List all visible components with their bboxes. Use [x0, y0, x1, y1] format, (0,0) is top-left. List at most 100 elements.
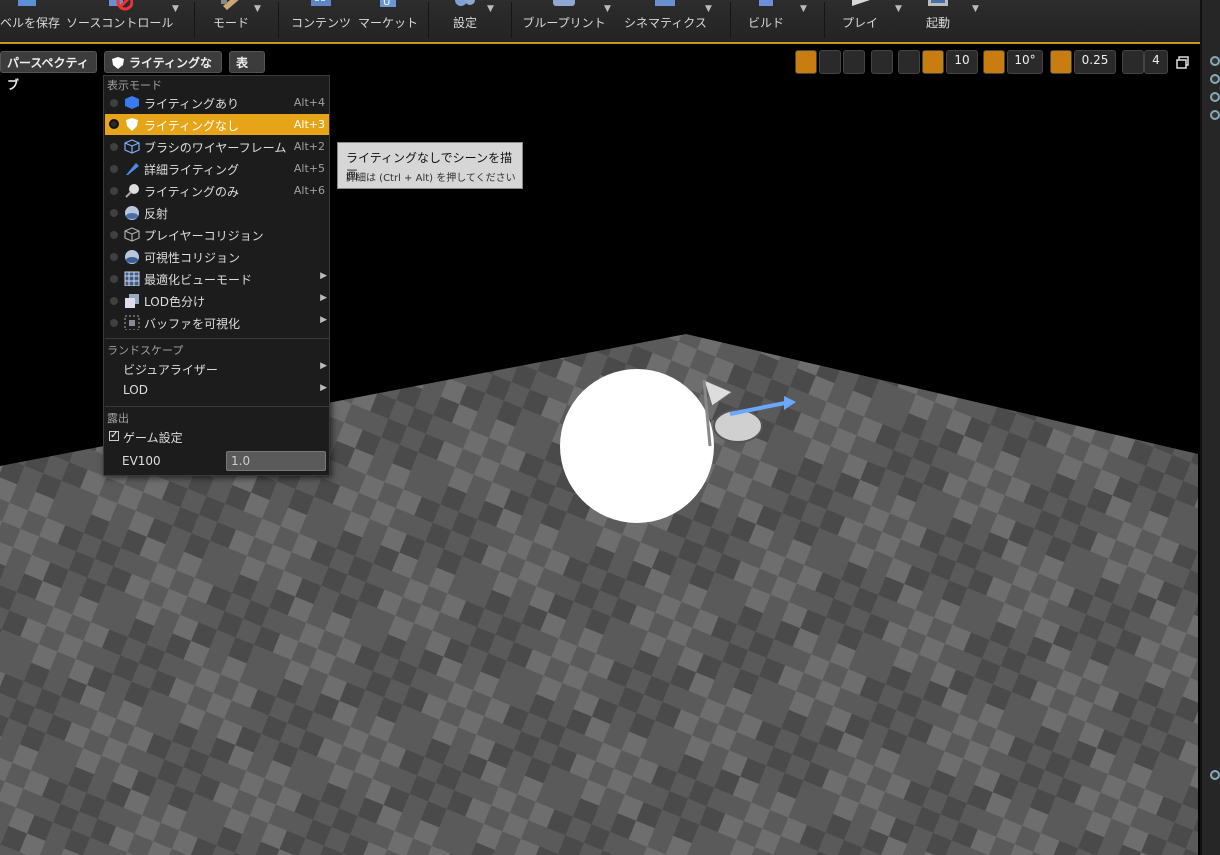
scale-snap-icon[interactable] — [1050, 50, 1072, 74]
menu-item-lit[interactable]: ライティングあり Alt+4 — [105, 92, 329, 113]
menu-item-brush-wireframe[interactable]: ブラシのワイヤーフレーム Alt+2 — [105, 136, 329, 157]
play-dropdown-icon[interactable]: ▼ — [895, 4, 902, 14]
search-icon[interactable] — [1210, 770, 1220, 780]
visibility-collision-icon — [125, 250, 139, 264]
visibility-eye-icon[interactable] — [1210, 56, 1220, 66]
toolbar-separator — [278, 2, 279, 38]
radio-icon — [110, 209, 118, 217]
toolbar-separator — [824, 2, 825, 38]
source-control-button[interactable]: ソースコントロール — [66, 0, 173, 40]
scale-snap-value[interactable]: 0.25 — [1074, 50, 1116, 74]
grid-snap-value[interactable]: 10 — [946, 50, 978, 74]
optimization-grid-icon — [124, 271, 140, 286]
view-mode-button[interactable]: ライティングなし — [104, 51, 222, 92]
unlit-shield-icon — [126, 118, 138, 131]
player-collision-icon — [124, 227, 140, 242]
save-level-icon — [18, 0, 36, 6]
grid-snap-icon[interactable] — [922, 50, 944, 74]
menu-divider — [105, 406, 329, 407]
menu-item-reflections[interactable]: 反射 — [105, 202, 329, 223]
menu-item-landscape-lod[interactable]: LOD ▶ — [105, 380, 329, 401]
show-button[interactable]: 表示 — [229, 51, 265, 92]
launch-button[interactable]: 起動 — [912, 0, 964, 40]
radio-icon — [110, 143, 118, 151]
launch-dropdown-icon[interactable]: ▼ — [972, 4, 979, 14]
cinematics-dropdown-icon[interactable]: ▼ — [705, 4, 712, 14]
menu-item-lod-coloration[interactable]: LOD色分け ▶ — [105, 290, 329, 311]
menu-item-unlit[interactable]: ライティングなし Alt+3 — [105, 114, 329, 135]
radio-icon — [110, 319, 118, 327]
maximize-viewport-icon[interactable] — [1176, 50, 1192, 74]
build-button[interactable]: ビルド — [740, 0, 792, 40]
main-toolbar: ベルを保存 ソースコントロール ▼ モード ▼ コンテンツ U マーケット 設定… — [0, 0, 1200, 44]
surface-snap-icon[interactable] — [898, 50, 920, 74]
menu-item-landscape-visualizer[interactable]: ビジュアライザー ▶ — [105, 358, 329, 379]
sphere-actor[interactable] — [560, 369, 714, 523]
view-mode-menu: 表示モード ライティングあり Alt+4 ライティングなし Alt+3 ブラシの… — [103, 75, 330, 476]
blueprint-button[interactable]: ブループリント — [522, 0, 606, 40]
radio-icon — [110, 253, 118, 261]
radio-icon — [110, 187, 118, 195]
submenu-arrow-icon: ▶ — [320, 293, 327, 303]
toolbar-separator — [730, 2, 731, 38]
radio-icon — [110, 231, 118, 239]
modes-icon — [221, 0, 239, 10]
scale-tool-icon[interactable] — [843, 50, 865, 74]
blueprint-icon — [553, 0, 575, 6]
visibility-eye-icon[interactable] — [1210, 92, 1220, 102]
svg-text:U: U — [383, 0, 390, 8]
build-dropdown-icon[interactable]: ▼ — [800, 4, 807, 14]
radio-icon — [110, 297, 118, 305]
play-button[interactable]: プレイ — [834, 0, 886, 40]
section-header-exposure: 露出 — [107, 412, 129, 425]
toolbar-separator — [511, 2, 512, 38]
submenu-arrow-icon: ▶ — [320, 315, 327, 325]
perspective-button[interactable]: パースペクティブ — [0, 51, 97, 92]
buffer-visualization-icon — [124, 315, 140, 330]
menu-item-detail-lighting[interactable]: 詳細ライティング Alt+5 — [105, 158, 329, 179]
translate-tool-icon[interactable] — [795, 50, 817, 74]
menu-item-buffer-visualization[interactable]: バッファを可視化 ▶ — [105, 312, 329, 333]
menu-item-visibility-collision[interactable]: 可視性コリジョン — [105, 246, 329, 267]
settings-button[interactable]: 設定 — [440, 0, 490, 40]
details-panel-edge — [1200, 0, 1220, 855]
ev100-input[interactable]: 1.0 — [226, 451, 326, 471]
toolbar-separator — [194, 2, 195, 38]
radio-selected-icon — [109, 119, 119, 129]
menu-item-player-collision[interactable]: プレイヤーコリジョン — [105, 224, 329, 245]
launch-icon — [928, 0, 948, 6]
radio-icon — [110, 275, 118, 283]
save-level-button[interactable]: ベルを保存 — [0, 0, 60, 40]
radio-icon — [110, 99, 118, 107]
game-settings-checkbox[interactable]: ✓ — [109, 431, 119, 441]
reflection-sphere-icon — [125, 206, 139, 220]
rotate-tool-icon[interactable] — [819, 50, 841, 74]
rotation-snap-value[interactable]: 10° — [1007, 50, 1043, 74]
build-icon — [759, 0, 773, 6]
menu-item-lighting-only[interactable]: ライティングのみ Alt+6 — [105, 180, 329, 201]
content-button[interactable]: コンテンツ — [290, 0, 352, 40]
modes-dropdown-icon[interactable]: ▼ — [254, 4, 261, 14]
settings-dropdown-icon[interactable]: ▼ — [487, 4, 494, 14]
wireframe-cube-icon — [124, 139, 140, 154]
source-control-dropdown-icon[interactable]: ▼ — [172, 4, 179, 14]
world-local-icon[interactable] — [871, 50, 893, 74]
visibility-eye-icon[interactable] — [1210, 74, 1220, 84]
visibility-eye-icon[interactable] — [1210, 110, 1220, 120]
settings-icon — [455, 0, 475, 6]
lighting-only-icon — [125, 184, 139, 198]
content-icon — [311, 0, 331, 6]
restore-icon — [1176, 56, 1189, 69]
cinematics-icon — [655, 0, 675, 6]
rotation-snap-icon[interactable] — [983, 50, 1005, 74]
menu-item-game-settings[interactable]: ✓ ゲーム設定 — [105, 426, 329, 447]
camera-speed-value[interactable]: 4 — [1144, 50, 1168, 74]
menu-divider — [105, 338, 329, 339]
blueprint-dropdown-icon[interactable]: ▼ — [604, 4, 611, 14]
camera-speed-icon[interactable] — [1122, 50, 1144, 74]
radio-icon — [110, 165, 118, 173]
marketplace-button[interactable]: U マーケット — [358, 0, 418, 40]
menu-item-optimization-viewmodes[interactable]: 最適化ビューモード ▶ — [105, 268, 329, 289]
cinematics-button[interactable]: シネマティクス — [624, 0, 707, 40]
modes-button[interactable]: モード — [205, 0, 257, 40]
